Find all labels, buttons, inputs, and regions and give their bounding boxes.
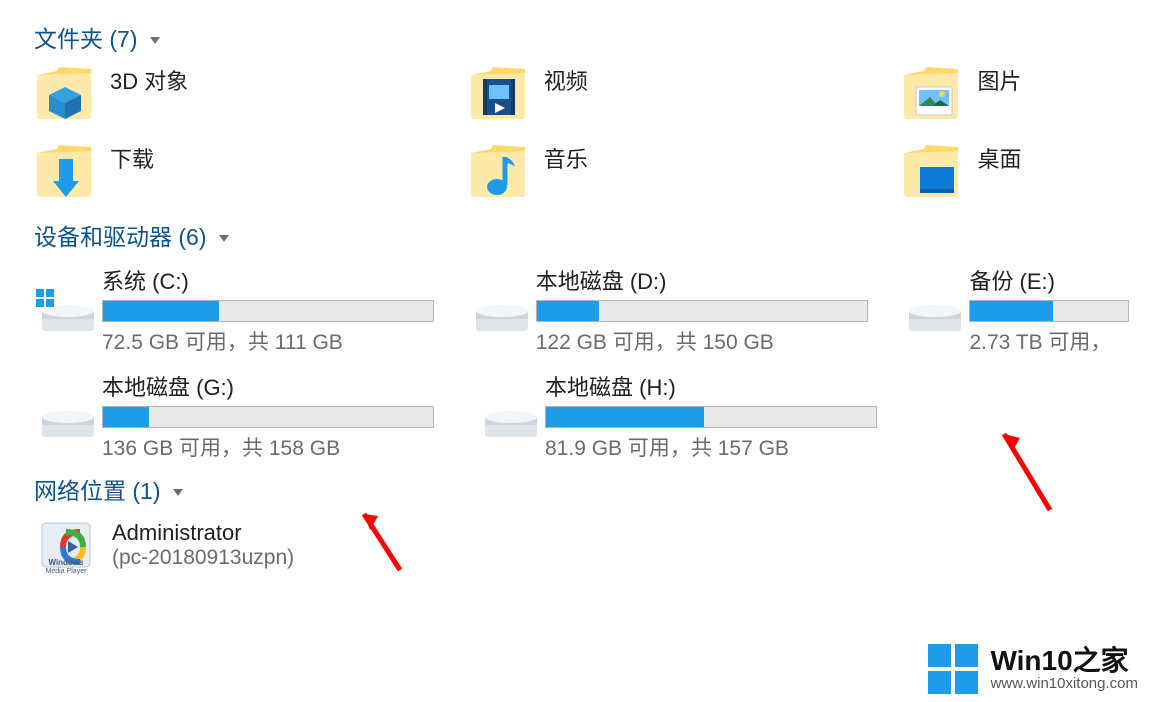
folder-3d-objects[interactable]: 3D 对象 <box>34 62 468 124</box>
drive-icon <box>477 389 545 444</box>
drive-usage-bar <box>969 300 1129 322</box>
folder-videos[interactable]: 视频 <box>468 62 902 124</box>
drive-status: 2.73 TB 可用， <box>969 326 1156 356</box>
folder-downloads[interactable]: 下载 <box>34 140 468 202</box>
folder-label: 桌面 <box>977 140 1021 174</box>
drive-usage-bar <box>102 300 434 322</box>
network-section-header[interactable]: 网络位置 (1) <box>34 472 1156 506</box>
watermark: Win10之家 www.win10xitong.com <box>928 644 1138 694</box>
network-name: Administrator <box>112 520 294 546</box>
windows-logo-icon <box>928 644 978 694</box>
chevron-down-icon <box>173 489 183 496</box>
drive-c[interactable]: 系统 (C:) 72.5 GB 可用，共 111 GB <box>34 260 468 360</box>
music-icon <box>468 140 530 202</box>
drive-status: 136 GB 可用，共 158 GB <box>102 432 477 462</box>
drive-name: 系统 (C:) <box>102 264 468 296</box>
drive-name: 备份 (E:) <box>969 264 1156 296</box>
network-header-text: 网络位置 (1) <box>34 478 161 504</box>
downloads-icon <box>34 140 96 202</box>
drive-icon <box>468 283 536 338</box>
drive-usage-bar <box>536 300 868 322</box>
drive-usage-fill <box>546 407 704 427</box>
folder-pictures[interactable]: 图片 <box>901 62 1156 124</box>
watermark-title: Win10之家 <box>990 647 1138 675</box>
drive-usage-fill <box>537 301 600 321</box>
drives-section-header[interactable]: 设备和驱动器 (6) <box>34 218 1156 252</box>
folder-label: 3D 对象 <box>110 62 188 96</box>
network-sub: (pc-20180913uzpn) <box>112 546 294 570</box>
folder-label: 下载 <box>110 140 154 174</box>
drive-name: 本地磁盘 (H:) <box>545 370 920 402</box>
desktop-icon <box>901 140 963 202</box>
drive-icon <box>34 389 102 444</box>
3d-objects-icon <box>34 62 96 124</box>
folder-music[interactable]: 音乐 <box>468 140 902 202</box>
folders-header-text: 文件夹 (7) <box>34 26 138 52</box>
drive-status: 72.5 GB 可用，共 111 GB <box>102 326 468 356</box>
drive-usage-bar <box>545 406 877 428</box>
drive-usage-bar <box>102 406 434 428</box>
drive-usage-fill <box>103 301 219 321</box>
drives-header-text: 设备和驱动器 (6) <box>34 224 207 250</box>
drive-usage-fill <box>103 407 149 427</box>
chevron-down-icon <box>150 37 160 44</box>
drive-usage-fill <box>970 301 1052 321</box>
folders-section-header[interactable]: 文件夹 (7) <box>34 20 1156 54</box>
folder-label: 视频 <box>544 62 588 96</box>
drive-name: 本地磁盘 (G:) <box>102 370 477 402</box>
drive-icon <box>901 283 969 338</box>
folder-label: 音乐 <box>544 140 588 174</box>
drive-h[interactable]: 本地磁盘 (H:) 81.9 GB 可用，共 157 GB <box>477 366 920 466</box>
drive-d[interactable]: 本地磁盘 (D:) 122 GB 可用，共 150 GB <box>468 260 902 360</box>
wmp-icon: Windows Media Player <box>34 514 98 576</box>
network-location-item[interactable]: Windows Media Player Administrator (pc-2… <box>34 514 1156 576</box>
folder-desktop[interactable]: 桌面 <box>901 140 1156 202</box>
folder-label: 图片 <box>977 62 1021 96</box>
drive-g[interactable]: 本地磁盘 (G:) 136 GB 可用，共 158 GB <box>34 366 477 466</box>
drive-os-icon <box>34 283 102 338</box>
drive-name: 本地磁盘 (D:) <box>536 264 902 296</box>
drive-e[interactable]: 备份 (E:) 2.73 TB 可用， <box>901 260 1156 360</box>
pictures-icon <box>901 62 963 124</box>
watermark-url: www.win10xitong.com <box>990 675 1138 692</box>
svg-text:Media Player: Media Player <box>46 568 88 575</box>
chevron-down-icon <box>219 235 229 242</box>
videos-icon <box>468 62 530 124</box>
svg-text:Windows: Windows <box>48 558 84 567</box>
drive-status: 122 GB 可用，共 150 GB <box>536 326 902 356</box>
drive-status: 81.9 GB 可用，共 157 GB <box>545 432 920 462</box>
